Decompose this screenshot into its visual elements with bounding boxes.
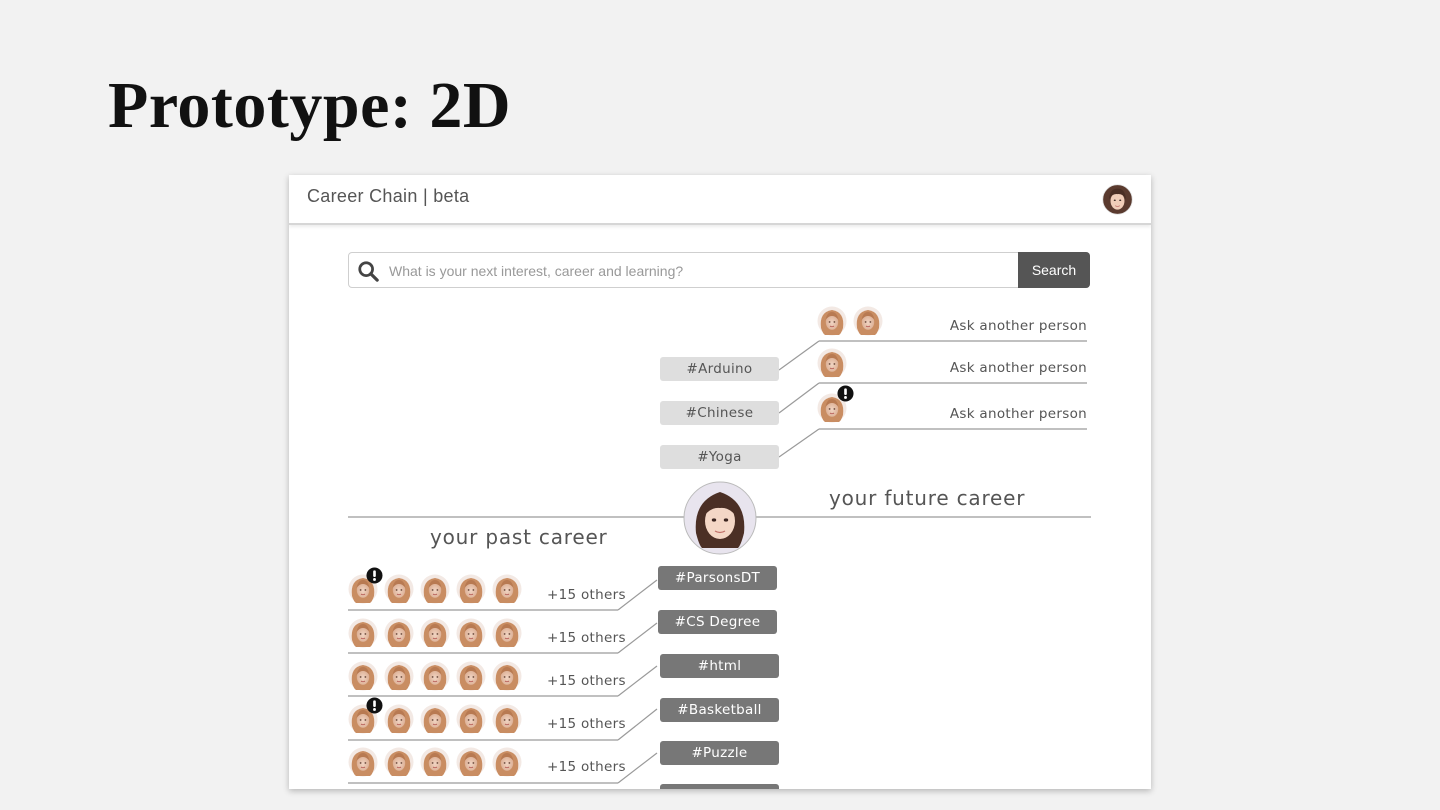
future-interest-tag[interactable]: #Yoga: [660, 445, 779, 469]
person-avatar[interactable]: [456, 574, 486, 604]
person-avatar[interactable]: [853, 306, 883, 336]
person-avatar[interactable]: [348, 747, 378, 777]
person-avatar[interactable]: [492, 618, 522, 648]
person-avatar[interactable]: [492, 574, 522, 604]
person-avatar[interactable]: [384, 574, 414, 604]
person-avatar[interactable]: [420, 661, 450, 691]
ask-another-person-link[interactable]: Ask another person: [950, 318, 1087, 334]
ask-another-person-link[interactable]: Ask another person: [950, 360, 1087, 376]
exclamation-alert-icon[interactable]: [366, 567, 383, 584]
past-career-tag[interactable]: #Basketball: [660, 698, 779, 722]
person-avatar[interactable]: [384, 618, 414, 648]
person-avatar[interactable]: [384, 661, 414, 691]
person-avatar[interactable]: [817, 348, 847, 378]
person-avatar[interactable]: [492, 661, 522, 691]
user-avatar-center[interactable]: [683, 481, 757, 555]
others-count-link[interactable]: +15 others: [547, 759, 626, 775]
others-count-link[interactable]: +15 others: [547, 716, 626, 732]
exclamation-alert-icon[interactable]: [837, 385, 854, 402]
future-interest-tag[interactable]: #Arduino: [660, 357, 779, 381]
person-avatar[interactable]: [456, 704, 486, 734]
person-avatar[interactable]: [456, 661, 486, 691]
past-career-tag[interactable]: #Puzzle: [660, 741, 779, 765]
exclamation-alert-icon[interactable]: [366, 697, 383, 714]
slide-title: Prototype: 2D: [108, 69, 512, 142]
person-avatar[interactable]: [492, 704, 522, 734]
person-avatar[interactable]: [384, 704, 414, 734]
person-avatar[interactable]: [420, 618, 450, 648]
person-avatar[interactable]: [492, 747, 522, 777]
ask-another-person-link[interactable]: Ask another person: [950, 406, 1087, 422]
others-count-link[interactable]: +15 others: [547, 587, 626, 603]
past-career-tag[interactable]: #CS Degree: [658, 610, 777, 634]
app-window: Career Chain | beta Search: [289, 175, 1151, 789]
past-career-label: your past career: [430, 525, 608, 549]
person-avatar[interactable]: [348, 618, 378, 648]
future-career-label: your future career: [829, 486, 1026, 510]
person-avatar[interactable]: [420, 704, 450, 734]
past-career-tag[interactable]: #ParsonsDT: [658, 566, 777, 590]
person-avatar[interactable]: [348, 661, 378, 691]
others-count-link[interactable]: +15 others: [547, 630, 626, 646]
others-count-link[interactable]: +15 others: [547, 673, 626, 689]
person-avatar[interactable]: [384, 747, 414, 777]
person-avatar[interactable]: [456, 747, 486, 777]
person-avatar[interactable]: [817, 306, 847, 336]
person-avatar[interactable]: [456, 618, 486, 648]
future-interest-tag[interactable]: #Chinese: [660, 401, 779, 425]
person-avatar[interactable]: [420, 747, 450, 777]
past-career-tag-partial[interactable]: [660, 784, 779, 789]
past-career-tag[interactable]: #html: [660, 654, 779, 678]
person-avatar[interactable]: [420, 574, 450, 604]
